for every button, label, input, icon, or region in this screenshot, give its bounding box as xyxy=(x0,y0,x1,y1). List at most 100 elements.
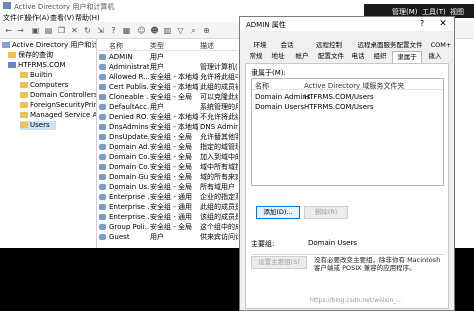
group-icon xyxy=(99,134,106,140)
row-type: 安全组 - 本地域 xyxy=(150,113,198,121)
row-description: 可以克隆此组中作... xyxy=(200,93,238,101)
user-icon xyxy=(99,234,106,240)
table-row[interactable]: Administrat...用户 管理计算机(域)的... xyxy=(98,62,238,72)
table-row[interactable]: Enterprise ...安全组 - 通用该组的成员是企业... xyxy=(98,212,238,222)
column-type[interactable]: 类型 xyxy=(150,41,164,51)
up-folder-icon[interactable]: ▣ xyxy=(30,25,41,36)
row-description: 供来宾访问计算机... xyxy=(200,233,238,241)
row-description: 允许替其他客户端... xyxy=(200,133,238,141)
group-icon xyxy=(99,84,106,90)
help-button[interactable]: ? xyxy=(416,19,428,29)
folder-icon xyxy=(20,102,28,108)
new-group-icon[interactable]: ☻ xyxy=(149,25,160,36)
tree-item-users[interactable]: Users xyxy=(20,121,56,130)
user-icon xyxy=(99,104,106,110)
table-row[interactable]: Domain Ad...安全组 - 全局指定的域管理员 xyxy=(98,142,238,152)
table-row[interactable]: Group Poli...安全组 - 全局这个组中的成员可... xyxy=(98,222,238,232)
help-icon[interactable]: ? xyxy=(108,25,119,36)
row-name: Domain Gu... xyxy=(109,173,149,181)
column-ad-folder[interactable]: Active Directory 域服务文件夹 xyxy=(304,81,404,91)
watermark: https://blog.csdn.net/weixin_... xyxy=(310,297,403,304)
member-group-name: Domain Admins xyxy=(255,93,311,101)
table-row[interactable]: DnsAdmins安全组 - 本地域DNS Administrat... xyxy=(98,122,238,132)
close-icon[interactable]: ✕ xyxy=(432,17,454,31)
folder-icon xyxy=(8,52,16,58)
add-to-group-icon[interactable]: ⊕ xyxy=(201,25,212,36)
copy-icon[interactable]: ❐ xyxy=(56,25,67,36)
table-row[interactable]: DnsUpdate...安全组 - 全局允许替其他客户端... xyxy=(98,132,238,142)
table-row[interactable]: Domain Gu...安全组 - 全局域的所有来宾 xyxy=(98,172,238,182)
tree-item-domain-controllers[interactable]: Domain Controllers xyxy=(20,91,96,100)
tab-address[interactable]: 地址 xyxy=(268,51,288,61)
forward-icon[interactable]: → xyxy=(15,25,26,36)
tree-item-computers[interactable]: Computers xyxy=(20,81,68,90)
tree-item-builtin[interactable]: Builtin xyxy=(20,71,52,80)
member-group-name: Domain Users xyxy=(255,103,304,111)
tree-item-saved-queries[interactable]: 保存的查询 xyxy=(8,51,53,60)
tab-telephones[interactable]: 电话 xyxy=(348,51,368,61)
tab-sessions[interactable]: 会话 xyxy=(274,40,300,50)
list-item[interactable]: Domain Users HTFRMS.COM/Users xyxy=(252,102,443,112)
row-type: 安全组 - 全局 xyxy=(150,153,192,161)
remove-button[interactable]: 删除(R) xyxy=(304,206,348,219)
tab-general[interactable]: 常规 xyxy=(246,51,266,61)
table-row[interactable]: Enterprise ...安全组 - 通用此组的成员是企业... xyxy=(98,202,238,212)
group-icon xyxy=(99,174,106,180)
table-row[interactable]: Enterprise ...安全组 - 通用企业的指定系统管... xyxy=(98,192,238,202)
tab-com-plus[interactable]: COM+ xyxy=(430,40,452,50)
table-row[interactable]: DefaultAcc...用户 系统管理的用户帐... xyxy=(98,102,238,112)
row-description: 管理计算机(域)的... xyxy=(200,63,238,71)
tab-member-of[interactable]: 隶属于 xyxy=(392,51,422,63)
dialog-title-bar: ADMIN 属性 ? ✕ xyxy=(240,17,454,31)
tab-profile[interactable]: 配置文件 xyxy=(316,51,346,61)
user-icon xyxy=(99,54,106,60)
delete-icon[interactable]: ✕ xyxy=(69,25,80,36)
tab-dial-in[interactable]: 拨入 xyxy=(424,51,446,61)
column-description[interactable]: 描述 xyxy=(200,41,214,51)
find-icon[interactable]: ⌕ xyxy=(188,25,199,36)
back-icon[interactable]: ← xyxy=(3,25,14,36)
ad-icon xyxy=(2,42,10,48)
user-icon xyxy=(99,64,106,70)
member-of-list[interactable]: 名称 Active Directory 域服务文件夹 Domain Admins… xyxy=(251,78,444,186)
row-type: 安全组 - 全局 xyxy=(150,223,192,231)
new-ou-icon[interactable]: ▥ xyxy=(162,25,173,36)
table-row[interactable]: Domain Us...安全组 - 全局所有域用户 xyxy=(98,182,238,192)
row-description: 所有域用户 xyxy=(200,183,235,191)
group-icon xyxy=(99,224,106,230)
row-name: Cloneable ... xyxy=(109,93,149,101)
tree-toggle-icon[interactable]: ▤ xyxy=(43,25,54,36)
table-row[interactable]: Denied RO...安全组 - 本地域不允许将此组中的... xyxy=(98,112,238,122)
row-name: Domain Co... xyxy=(109,163,149,171)
filter-icon[interactable]: ▽ xyxy=(175,25,186,36)
set-primary-group-button[interactable]: 设置主要组(S) xyxy=(251,256,307,269)
tree-item-domain[interactable]: HTFRMS.COM xyxy=(8,61,66,70)
table-row[interactable]: Guest 用户 供来宾访问计算机... xyxy=(98,232,238,242)
tab-rds-profile[interactable]: 远程桌面服务配置文件 xyxy=(352,40,428,50)
tree-item-foreign-security[interactable]: ForeignSecurityPrincip... xyxy=(20,101,96,110)
new-user-icon[interactable]: ☺ xyxy=(136,25,147,36)
table-row[interactable]: Allowed R...安全组 - 本地域允许将此组中的成... xyxy=(98,72,238,82)
member-of-panel: 隶属于(M): 名称 Active Directory 域服务文件夹 Domai… xyxy=(245,63,449,309)
tab-remote-control[interactable]: 远程控制 xyxy=(310,40,348,50)
tab-organization[interactable]: 组织 xyxy=(370,51,390,61)
refresh-icon[interactable]: ↻ xyxy=(82,25,93,36)
tree-item-root[interactable]: Active Directory 用户和计算机 xyxy=(2,41,96,50)
tab-environment[interactable]: 环境 xyxy=(248,40,272,50)
table-row[interactable]: Domain Co...安全组 - 全局加入到域中的所有... xyxy=(98,152,238,162)
divider xyxy=(251,254,444,255)
column-group-name[interactable]: 名称 xyxy=(255,81,269,91)
table-row[interactable]: ADMIN 用户 xyxy=(98,52,238,62)
column-name[interactable]: 名称 xyxy=(109,41,123,51)
group-icon xyxy=(99,164,106,170)
tab-account[interactable]: 帐户 xyxy=(292,51,312,61)
add-button[interactable]: 添加(D)... xyxy=(256,206,300,219)
export-icon[interactable]: ⇲ xyxy=(95,25,106,36)
row-type: 安全组 - 通用 xyxy=(150,203,192,211)
table-row[interactable]: Domain Co...安全组 - 全局域中所有域控制器 xyxy=(98,162,238,172)
properties-icon[interactable]: ▦ xyxy=(121,25,132,36)
tree-item-managed-service[interactable]: Managed Service Acco... xyxy=(20,111,96,120)
list-item[interactable]: Domain Admins HTFRMS.COM/Users xyxy=(252,92,443,102)
table-row[interactable]: Cloneable ...安全组 - 全局可以克隆此组中作... xyxy=(98,92,238,102)
table-row[interactable]: Cert Publis...安全组 - 本地域此组的成员被允许... xyxy=(98,82,238,92)
